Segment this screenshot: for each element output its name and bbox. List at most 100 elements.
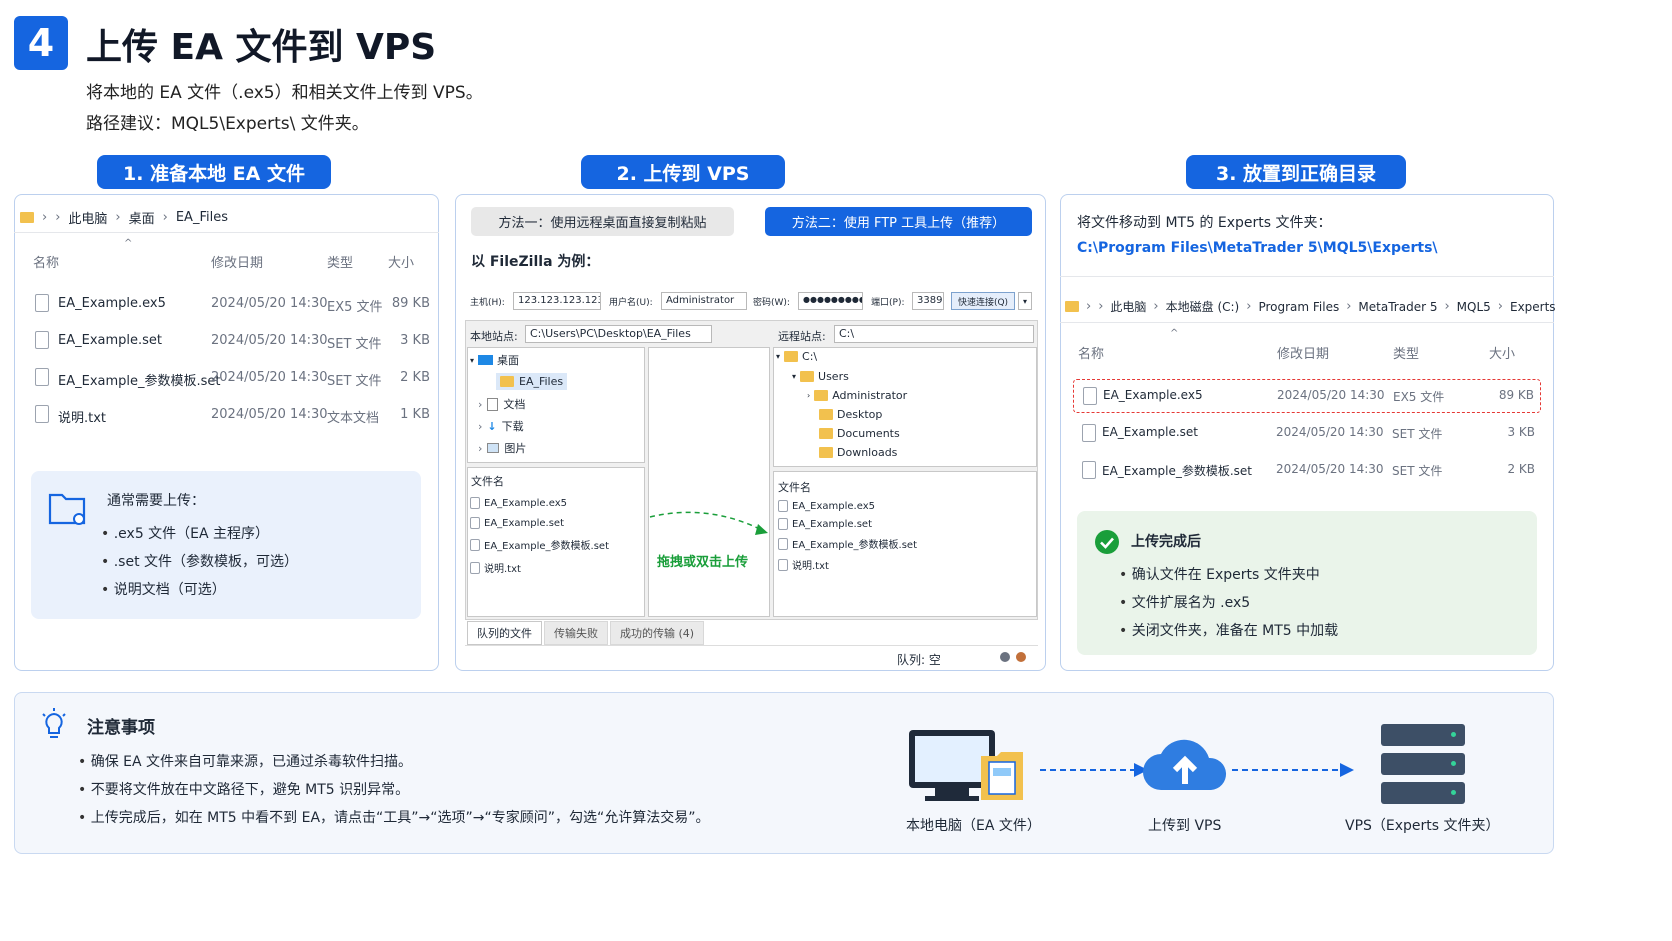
breadcrumb-item[interactable]: 此电脑	[1110, 298, 1146, 315]
breadcrumb-item[interactable]: MQL5	[1457, 300, 1491, 314]
tab-successful-transfers[interactable]: 成功的传输 (4)	[610, 621, 705, 645]
page-title: 上传 EA 文件到 VPS	[86, 27, 437, 68]
local-path-select[interactable]: C:\Users\PC\Desktop\EA_Files	[525, 325, 712, 343]
chevron-down-icon[interactable]: ▾	[1018, 292, 1032, 310]
tree-node-documents-remote[interactable]: Documents	[819, 427, 900, 440]
remote-file-item[interactable]: 说明.txt	[778, 557, 917, 572]
file-row[interactable]: EA_Example.set 2024/05/20 14:30 SET 文件 3…	[14, 325, 439, 362]
tree-node-pictures[interactable]: › 图片	[478, 440, 526, 456]
remote-file-item[interactable]: EA_Example.ex5	[778, 500, 917, 512]
local-filename-header[interactable]: 文件名	[471, 473, 504, 489]
file-name: EA_Example_参数模板.set	[484, 541, 610, 552]
column-header-type[interactable]: 类型	[327, 252, 353, 271]
host-input[interactable]: 123.123.123.123	[513, 292, 601, 310]
tab-failed-transfers[interactable]: 传输失败	[544, 621, 608, 645]
folder-icon	[20, 212, 34, 223]
download-icon: ↓	[487, 419, 497, 433]
column-header-name[interactable]: 名称	[33, 252, 59, 271]
document-icon	[487, 397, 499, 411]
remote-path-select[interactable]: C:\	[834, 325, 1034, 343]
breadcrumb[interactable]: › › 此电脑 › 本地磁盘 (C:) › Program Files › Me…	[1065, 298, 1556, 315]
tree-node-downloads-remote[interactable]: Downloads	[819, 446, 897, 459]
file-date: 2024/05/20 14:30	[211, 296, 328, 311]
breadcrumb-item[interactable]: 本地磁盘 (C:)	[1166, 298, 1240, 315]
tip-item: .set 文件（参数模板，可选）	[101, 551, 298, 571]
tree-label: C:\	[802, 350, 818, 363]
file-name: EA_Example_参数模板.set	[792, 540, 918, 551]
file-row[interactable]: 说明.txt 2024/05/20 14:30 文本文档 1 KB	[14, 399, 439, 436]
remote-files: EA_Example.ex5 EA_Example.set EA_Example…	[778, 500, 917, 572]
done-item: 关闭文件夹，准备在 MT5 中加载	[1119, 620, 1338, 640]
file-date: 2024/05/20 14:30	[1276, 462, 1384, 476]
remote-site-label: 远程站点:	[778, 330, 826, 343]
flow-arrow-icon	[1232, 763, 1354, 777]
file-icon	[470, 561, 480, 574]
breadcrumb-item[interactable]: EA_Files	[176, 210, 228, 225]
remote-filename-header[interactable]: 文件名	[778, 479, 811, 495]
drag-arrow-icon	[649, 511, 768, 535]
queue-status: 队列: 空	[897, 653, 941, 667]
file-name: EA_Example.ex5	[484, 497, 567, 509]
breadcrumb-item[interactable]: 桌面	[129, 208, 155, 227]
port-input[interactable]: 3389	[912, 292, 944, 310]
column-header-type[interactable]: 类型	[1393, 343, 1419, 362]
local-file-item[interactable]: EA_Example.set	[470, 517, 609, 529]
tree-node-documents[interactable]: › 文档	[478, 396, 525, 412]
column-header-name[interactable]: 名称	[1078, 343, 1104, 362]
password-input[interactable]: ●●●●●●●●●	[798, 292, 863, 310]
column-header-size[interactable]: 大小	[388, 252, 414, 271]
remote-file-item[interactable]: EA_Example_参数模板.set	[778, 536, 917, 551]
local-file-item[interactable]: EA_Example_参数模板.set	[470, 537, 609, 552]
divider	[1060, 276, 1554, 277]
tree-node-c-drive[interactable]: ▾ C:\	[776, 350, 817, 363]
file-icon	[35, 368, 49, 386]
quickconnect-button[interactable]: 快速连接(Q)	[951, 292, 1015, 310]
drag-upload-hint: 拖拽或双击上传	[657, 555, 749, 570]
tree-label: EA_Files	[519, 375, 564, 388]
remote-file-item[interactable]: EA_Example.set	[778, 518, 917, 530]
tree-node-administrator[interactable]: › Administrator	[807, 389, 907, 402]
tab-queued-files[interactable]: 队列的文件	[467, 621, 542, 645]
tree-node-desktop[interactable]: ▾ 桌面	[470, 352, 519, 368]
expand-icon: ▾	[776, 352, 781, 361]
file-size: 2 KB	[1507, 462, 1535, 476]
file-row[interactable]: EA_Example.set 2024/05/20 14:30 SET 文件 3…	[1073, 417, 1541, 451]
upload-tip-box: 通常需要上传： .ex5 文件（EA 主程序） .set 文件（参数模板，可选）…	[31, 471, 421, 619]
local-file-item[interactable]: EA_Example.ex5	[470, 497, 609, 509]
file-size: 2 KB	[400, 370, 430, 385]
file-name: EA_Example.set	[792, 518, 873, 530]
breadcrumb-item[interactable]: MetaTrader 5	[1358, 300, 1437, 314]
file-row[interactable]: EA_Example.ex5 2024/05/20 14:30 EX5 文件 8…	[14, 288, 439, 325]
tree-node-desktop-remote[interactable]: Desktop	[819, 408, 882, 421]
file-row[interactable]: EA_Example_参数模板.set 2024/05/20 14:30 SET…	[1073, 454, 1541, 488]
method-1-tab[interactable]: 方法一：使用远程桌面直接复制粘贴	[471, 207, 734, 236]
folder-icon	[814, 390, 829, 401]
tree-node-users[interactable]: ▾ Users	[792, 370, 849, 383]
file-type: SET 文件	[327, 374, 382, 389]
file-icon	[1083, 387, 1097, 405]
tree-node-downloads[interactable]: › ↓ 下载	[478, 418, 524, 434]
column-header-date[interactable]: 修改日期	[1277, 343, 1329, 362]
status-lock-icon	[1000, 652, 1010, 662]
chevron-right-icon: ›	[478, 441, 483, 455]
flow-label-vps: VPS（Experts 文件夹）	[1345, 818, 1500, 834]
file-type: SET 文件	[1392, 427, 1443, 441]
breadcrumb-item[interactable]: Experts	[1510, 300, 1556, 314]
method-2-tab[interactable]: 方法二：使用 FTP 工具上传（推荐）	[765, 207, 1032, 236]
username-input[interactable]: Administrator	[661, 292, 747, 310]
column-header-date[interactable]: 修改日期	[211, 252, 263, 271]
cloud-upload-icon	[1143, 739, 1227, 790]
breadcrumb-item[interactable]: Program Files	[1258, 300, 1339, 314]
tree-label: Users	[818, 370, 849, 383]
divider	[1060, 322, 1554, 323]
breadcrumb-item[interactable]: 此电脑	[68, 208, 107, 227]
column-header-size[interactable]: 大小	[1489, 343, 1515, 362]
file-size: 3 KB	[400, 333, 430, 348]
breadcrumb[interactable]: › › 此电脑 › 桌面 › EA_Files	[20, 208, 228, 227]
folder-icon	[800, 371, 815, 382]
highlighted-file-row[interactable]: EA_Example.ex5 2024/05/20 14:30 EX5 文件 8…	[1073, 379, 1541, 413]
local-file-item[interactable]: 说明.txt	[470, 560, 609, 575]
file-row[interactable]: EA_Example_参数模板.set 2024/05/20 14:30 SET…	[14, 362, 439, 399]
folder-icon	[1065, 301, 1079, 312]
tree-node-ea-files[interactable]: EA_Files	[496, 373, 568, 390]
